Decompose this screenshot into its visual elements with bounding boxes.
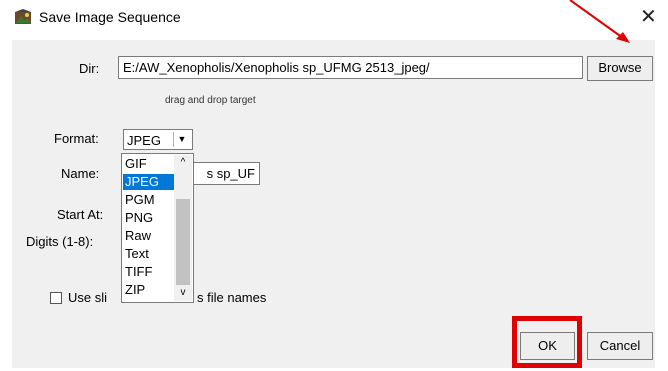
imagej-icon [15,9,31,24]
chevron-down-icon[interactable]: ▼ [173,132,190,147]
chevron-up-icon[interactable]: ^ [174,155,192,171]
use-slice-label-left: Use sli [68,290,108,305]
scrollbar-thumb[interactable] [176,199,190,285]
format-select[interactable]: JPEG ▼ [123,129,193,150]
start-at-label: Start At: [57,207,104,222]
chevron-down-icon[interactable]: v [174,285,192,301]
digits-label: Digits (1-8): [26,234,94,249]
dir-label: Dir: [79,61,100,76]
format-option-gif[interactable]: GIF [123,156,174,172]
use-slice-label-right: s file names [197,290,267,305]
use-slice-checkbox[interactable] [50,292,62,304]
format-option-pgm[interactable]: PGM [123,192,174,208]
format-option-png[interactable]: PNG [123,210,174,226]
drag-drop-hint: drag and drop target [165,95,256,106]
name-label: Name: [61,166,100,181]
format-label: Format: [54,131,99,146]
format-option-jpeg[interactable]: JPEG [123,174,174,190]
format-selected-value: JPEG [127,133,161,148]
format-option-text[interactable]: Text [123,246,174,262]
format-option-raw[interactable]: Raw [123,228,174,244]
dir-field[interactable]: E:/AW_Xenopholis/Xenopholis sp_UFMG 2513… [118,56,583,79]
cancel-button[interactable]: Cancel [587,332,653,360]
title-bar: Save Image Sequence ✕ [0,0,668,34]
browse-button[interactable]: Browse [587,56,653,81]
window-title: Save Image Sequence [39,9,181,25]
name-field-value: s sp_UF [206,166,255,181]
format-option-zip[interactable]: ZIP [123,282,174,298]
dropdown-scrollbar[interactable]: ^ v [174,155,192,301]
annotation-highlight-box [512,316,582,368]
format-option-tiff[interactable]: TIFF [123,264,174,280]
close-icon[interactable]: ✕ [640,4,657,29]
format-dropdown-list: GIF JPEG PGM PNG Raw Text TIFF ZIP ^ v [121,153,194,303]
